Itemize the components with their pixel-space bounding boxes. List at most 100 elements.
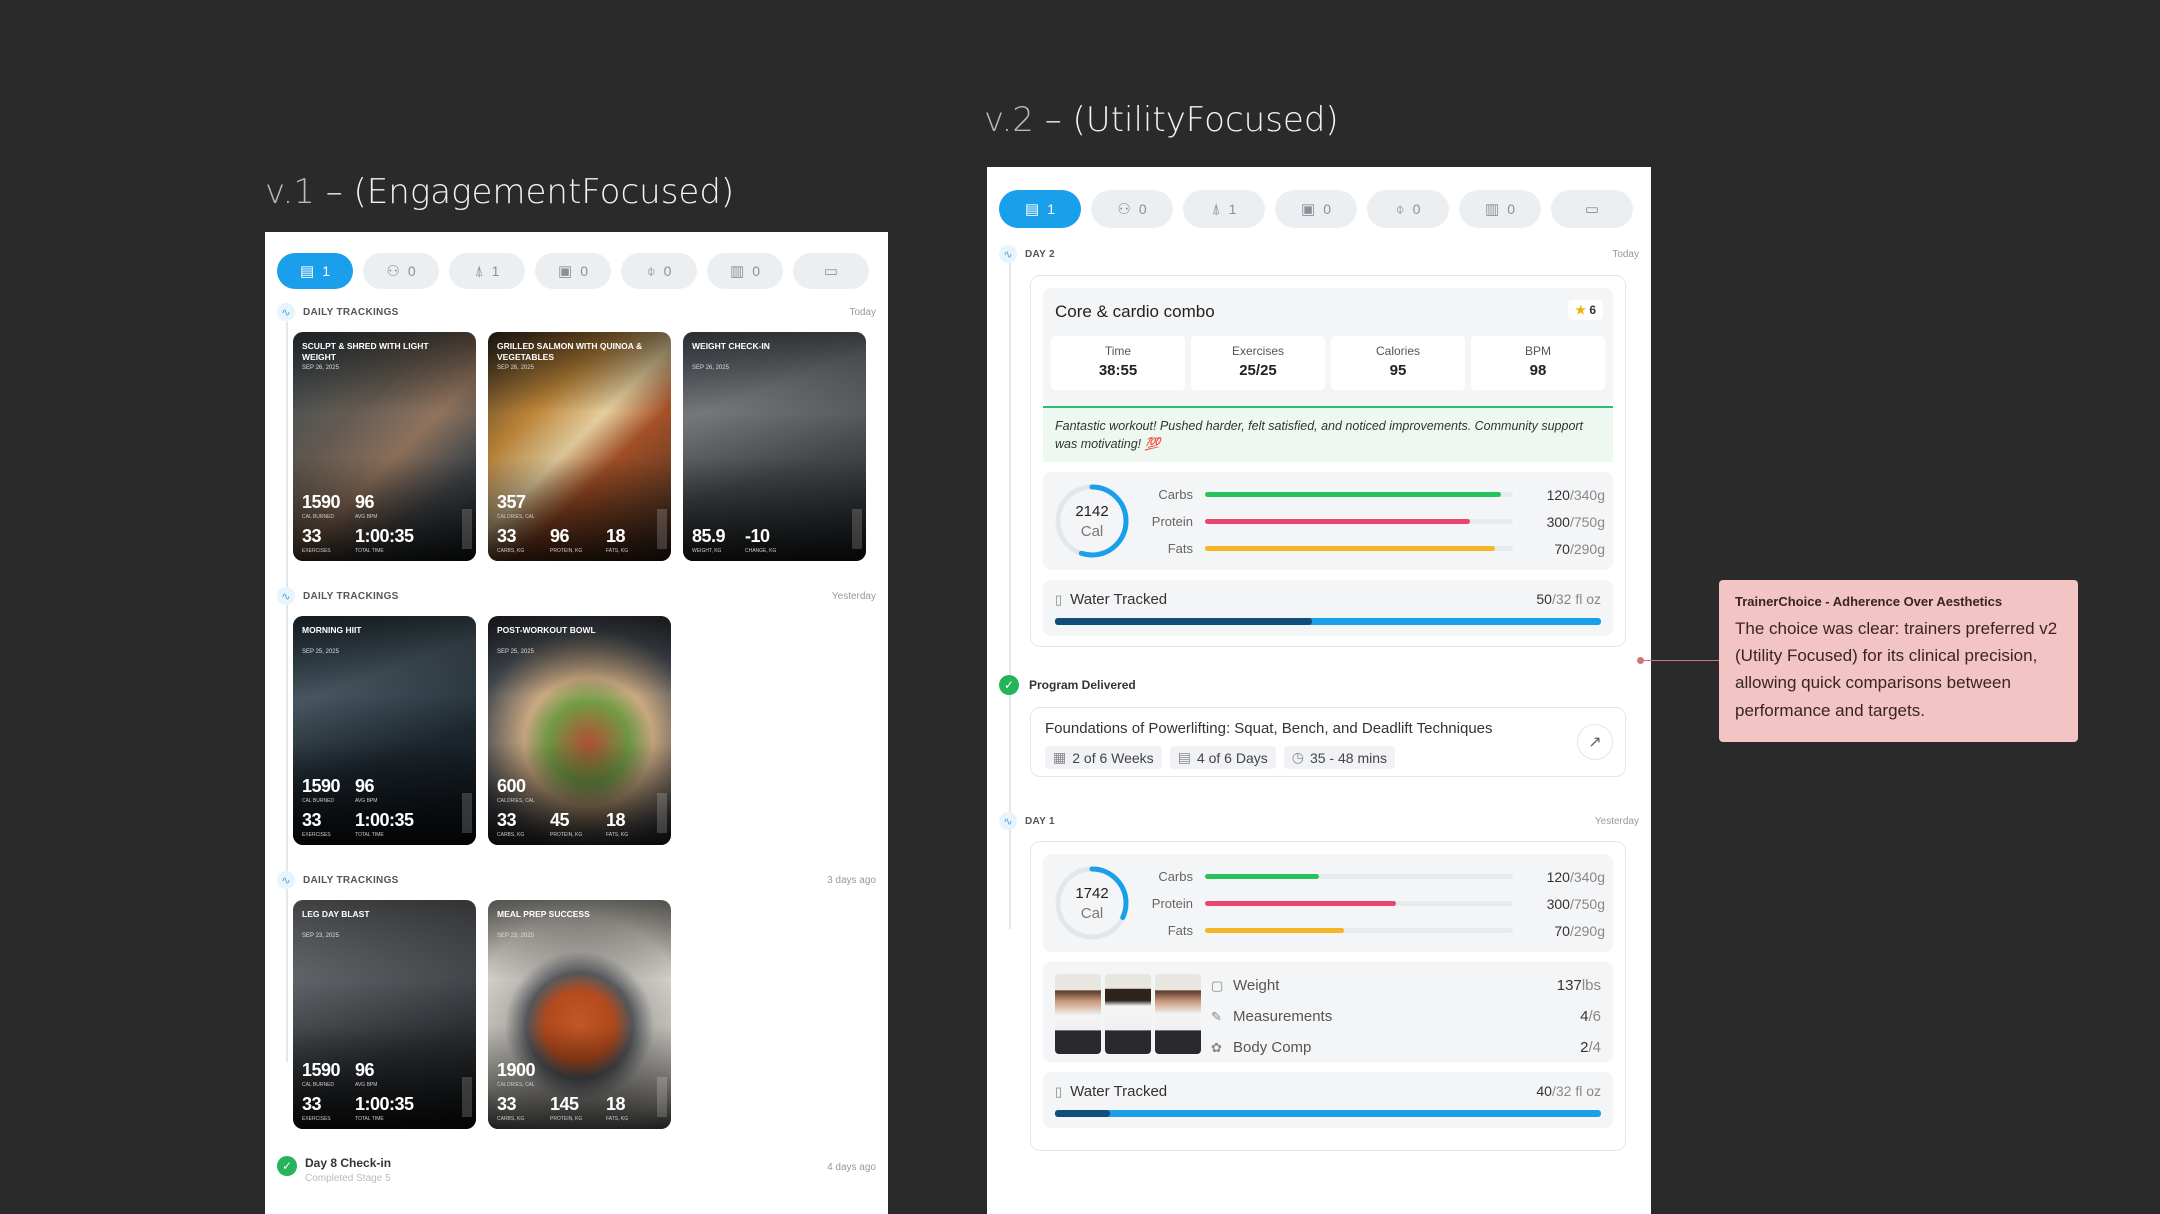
stat-label: PROTEIN, KG [550,1116,583,1122]
tab-dumbbell[interactable]: ⚇ 0 [363,253,439,289]
water-tracker-day1[interactable]: ▯ Water Tracked 40/32 fl oz [1043,1072,1613,1128]
checkin-row[interactable]: ✓ Day 8 Check-in Completed Stage 5 4 day… [277,1156,876,1184]
water-glass-icon: ▯ [1055,591,1063,607]
macro-bar-fill [1205,901,1396,906]
workout-summary[interactable]: Core & cardio combo ★ 6 Time 38:55 Exercis… [1043,288,1613,406]
stat-label: CALORIES, CAL [497,798,535,804]
card-title: SCULPT & SHRED WITH LIGHT WEIGHT [302,341,429,363]
tab-clipboard[interactable]: ▥ 0 [1459,190,1541,228]
card-date: SEP 23, 2025 [302,933,339,939]
tab-water-drop[interactable]: ⌽ 0 [621,253,697,289]
progress-photos[interactable] [1055,974,1201,1054]
card-title: MEAL PREP SUCCESS [497,909,590,919]
stat-label: FATS, KG [606,548,629,554]
tracking-card[interactable]: WEIGHT CHECK-IN SEP 26, 2025 85.9 WEIGHT, K… [683,332,866,561]
stat-value: 1900 [497,1060,536,1080]
tab-water-drop[interactable]: ⌽ 0 [1367,190,1449,228]
water-target: /32 fl oz [1551,1083,1601,1099]
trainer-note: TrainerChoice - Adherence Over Aesthetic… [1719,580,2078,742]
card-stat: 18 FATS, KG [606,1094,628,1122]
stat-label: TOTAL TIME [355,832,384,838]
tracking-card[interactable]: POST-WORKOUT BOWL SEP 25, 2025 600 CALORIES… [488,616,671,845]
tab-count: 0 [407,263,416,279]
nutrition-summary-day2[interactable]: 2142 Cal Carbs 120/340g Protein 300/750g Fat… [1043,472,1613,570]
section-time: Today [849,306,876,318]
body-stat-row: ▢ Weight 137lbs [1211,970,1601,1001]
macro-name: Carbs [1158,487,1193,502]
brand-tab-icon [462,1077,472,1117]
progress-photo-front[interactable] [1055,974,1101,1054]
stat-value: 45 [550,810,570,830]
open-arrow-icon[interactable]: ↗ [1577,724,1613,760]
calorie-unit: Cal [1080,904,1104,922]
chip-text: 2 of 6 Weeks [1072,749,1154,766]
stat-value: 33 [497,810,517,830]
program-card[interactable]: Foundations of Powerlifting: Squat, Benc… [1030,707,1626,777]
day2-header: ∿ DAY 2 Today [999,244,1639,264]
tab-meal[interactable]: ⍋ 1 [449,253,525,289]
stat-value: -10 [745,526,770,546]
stat-value: 1590 [302,776,341,796]
body-stats[interactable]: ▢ Weight 137lbs ✎ Measurements 4/6 ✿ Body Comp 2… [1043,962,1613,1062]
progress-photo-side[interactable] [1155,974,1201,1054]
tab-tracking[interactable]: ▤ 1 [999,190,1081,228]
v2-title-text: – (UtilityFocused) [1033,100,1339,140]
macro-amount: 120 [1546,486,1570,503]
tracking-card[interactable]: MORNING HIIT SEP 25, 2025 1590 CAL BURNED 96… [293,616,476,845]
stat-value: 1:00:35 [355,810,414,830]
card-stat: 1590 CAL BURNED [302,776,341,804]
star-count: 6 [1589,303,1596,317]
stat-label: PROTEIN, KG [550,832,583,838]
day2-card: Core & cardio combo ★ 6 Time 38:55 Exercis… [1030,275,1626,647]
card-stat: 33 CARBS, KG [497,1094,524,1122]
body-stat-row: ✿ Body Comp 2/4 [1211,1032,1601,1063]
tracking-card[interactable]: LEG DAY BLAST SEP 23, 2025 1590 CAL BURNED 9… [293,900,476,1129]
v1-version: v.1 [265,172,315,212]
macro-bar [1205,519,1513,524]
tab-dumbbell[interactable]: ⚇ 0 [1091,190,1173,228]
water-tracker-day2[interactable]: ▯ Water Tracked 50/32 fl oz [1043,580,1613,636]
metric-label: Time [1104,344,1132,358]
nutrition-summary-day1[interactable]: 1742 Cal Carbs 120/340g Protein 300/750g Fat… [1043,854,1613,952]
program-status: ✓ Program Delivered [999,675,1136,695]
day1-header: ∿ DAY 1 Yesterday [999,811,1639,831]
card-stat: 33 CARBS, KG [497,526,524,554]
card-title: POST-WORKOUT BOWL [497,625,596,635]
tracking-card[interactable]: MEAL PREP SUCCESS SEP 23, 2025 1900 CALORIE… [488,900,671,1129]
tab-count: 0 [580,263,588,279]
workout-metric: Time 38:55 [1051,336,1185,390]
macro-amount: 70 [1554,922,1570,939]
tab-clipboard[interactable]: ▥ 0 [707,253,783,289]
stat-value: 18 [606,810,626,830]
tab-meal[interactable]: ⍋ 1 [1183,190,1265,228]
macro-value: 70/290g [1525,541,1605,557]
tracking-card[interactable]: SCULPT & SHRED WITH LIGHT WEIGHT SEP 26, … [293,332,476,561]
tracking-card[interactable]: GRILLED SALMON WITH QUINOA & VEGETABLES S… [488,332,671,561]
tab-tracking[interactable]: ▤ 1 [277,253,353,289]
stat-label: CALORIES, CAL [497,1082,535,1088]
card-stat: -10 CHANGE, KG [745,526,776,554]
stat-label: CAL BURNED [302,1082,335,1088]
progress-photo-back[interactable] [1105,974,1151,1054]
v1-panel: ▤ 1 ⚇ 0 ⍋ 1 ▣ 0 ⌽ 0 ▥ 0 ▭ ∿ DAILY TRACKINGS Today ∿ … [265,232,888,1214]
v1-title-text: – (EngagementFocused) [314,172,735,212]
stat-label: AVG BPM [355,1082,378,1088]
stat-label: EXERCISES [302,832,331,838]
card-stat: 1:00:35 TOTAL TIME [355,810,414,838]
tab-calendar[interactable]: ▣ 0 [1275,190,1357,228]
workout-metric: Exercises 25/25 [1191,336,1325,390]
tab-folder[interactable]: ▭ [1551,190,1633,228]
chip-text: 4 of 6 Days [1196,749,1268,766]
card-stat: 1590 CAL BURNED [302,1060,341,1088]
tab-folder[interactable]: ▭ [793,253,869,289]
body-stat-value: 137lbs [1557,977,1601,994]
v1-section-header: ∿ DAILY TRACKINGS 3 days ago [277,870,876,890]
metric-label: BPM [1524,344,1551,358]
tab-calendar[interactable]: ▣ 0 [535,253,611,289]
stat-value: 18 [606,1094,626,1114]
macro-bar-fill [1205,519,1470,524]
stat-label: CARBS, KG [497,832,525,838]
note-body: The choice was clear: trainers preferred… [1735,619,2058,720]
calendar-days-icon: ▤ [1177,749,1191,765]
duration-chip: ◷ 35 - 48 mins [1283,746,1396,769]
